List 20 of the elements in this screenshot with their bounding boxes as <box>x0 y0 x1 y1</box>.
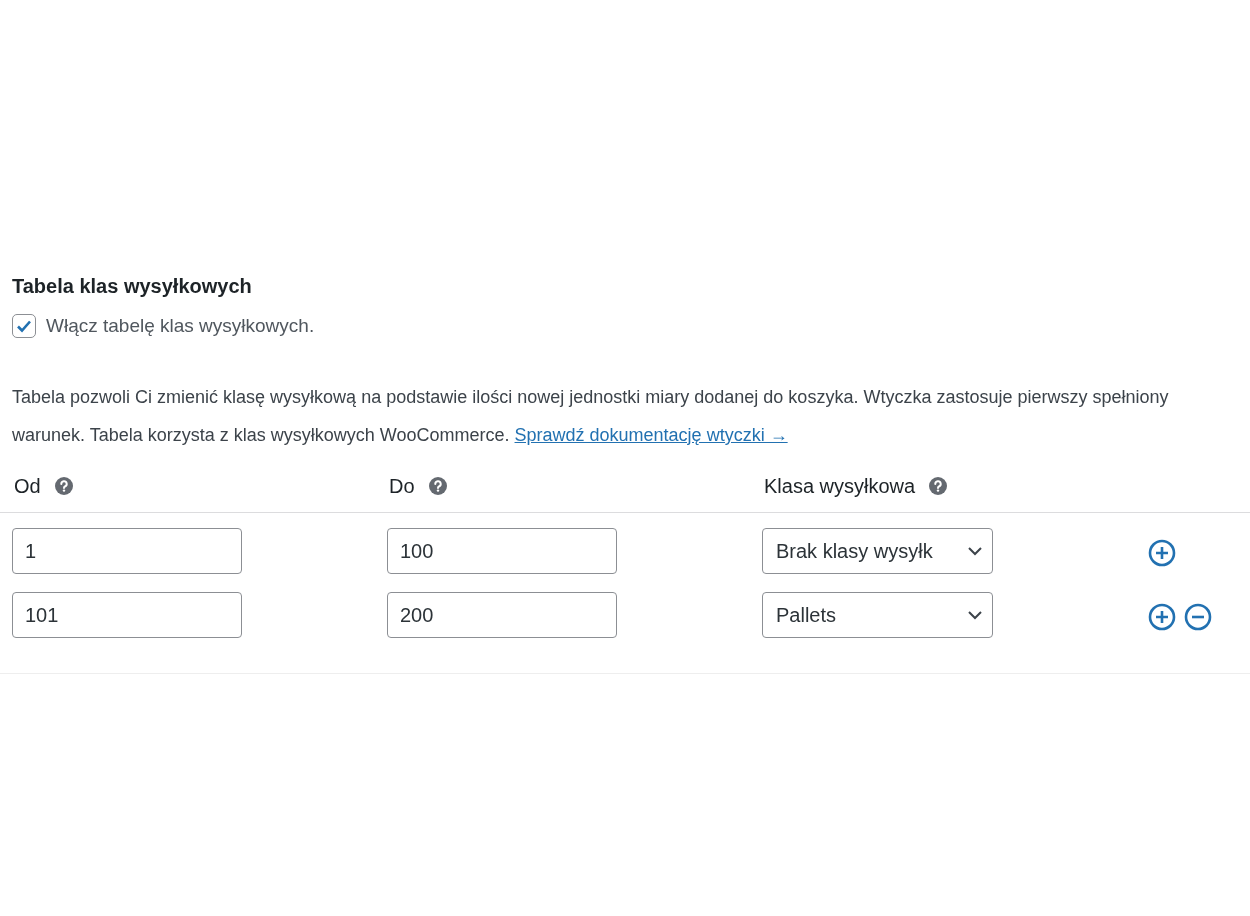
checkbox[interactable] <box>12 314 36 338</box>
column-header: Klasa wysyłkowa <box>764 474 916 498</box>
documentation-link[interactable]: Sprawdź dokumentację wtyczki → <box>514 425 788 445</box>
checkbox-label: Włącz tabelę klas wysyłkowych. <box>46 315 315 337</box>
from-field[interactable]: 1 <box>12 528 242 574</box>
section-title: Tabela klas wysyłkowych <box>12 275 253 298</box>
shipping-class-select[interactable]: Pallets <box>762 592 993 638</box>
column-header: Do <box>389 474 415 498</box>
help-icon[interactable] <box>929 477 948 495</box>
shipping-class-select[interactable]: Brak klasy wysyłk <box>762 528 993 574</box>
from-field[interactable]: 101 <box>12 592 242 638</box>
column-header: Od <box>14 474 41 498</box>
add-icon[interactable] <box>1148 539 1176 567</box>
help-icon[interactable] <box>54 477 73 495</box>
to-field[interactable]: 200 <box>387 592 617 638</box>
to-field[interactable]: 100 <box>387 528 617 574</box>
add-icon[interactable] <box>1148 603 1176 631</box>
help-icon[interactable] <box>428 477 447 495</box>
description: Tabela pozwoli Ci zmienić klasę wysyłkową na podstawie ilości nowej jednostki miary dodanej do koszyka. Wtyczka zastosuje pierwszy spełniony warunek. Tabela korzysta z klas wysyłkowych WooCommerce. Sprawdź dokumentację wtyczki → <box>12 386 1170 447</box>
remove-icon[interactable] <box>1184 603 1212 631</box>
